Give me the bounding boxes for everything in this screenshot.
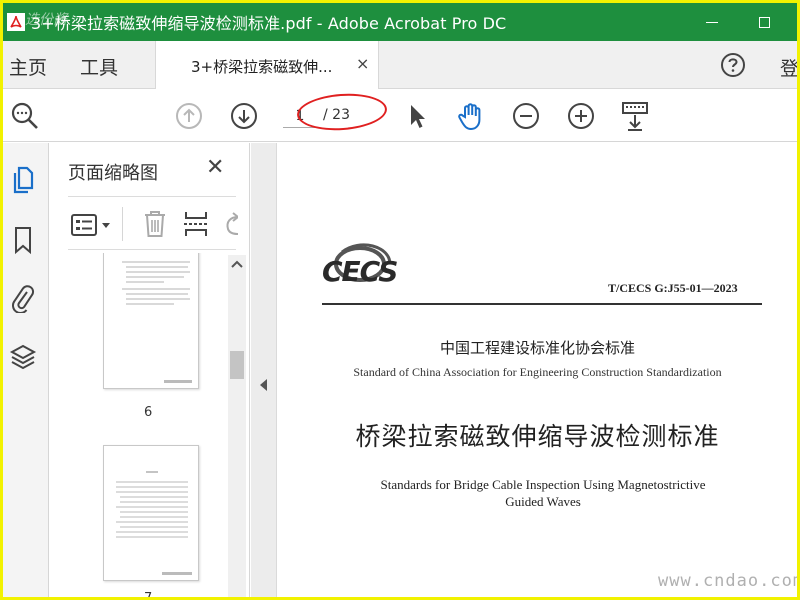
document-tab-label: 3+桥梁拉索磁致伸... [191, 58, 333, 76]
panel-close-button[interactable]: ✕ [206, 155, 224, 180]
cursor-arrow-icon [411, 105, 425, 128]
thumbnail-preview [116, 471, 192, 575]
cecs-logo-text: CECS [322, 255, 398, 288]
menu-tools[interactable]: 工具 [80, 53, 118, 80]
left-rail [3, 143, 49, 597]
layers-icon [9, 344, 37, 370]
title-bar: 3+桥梁拉索磁致伸缩导波检测标准.pdf - Adobe Acrobat Pro… [3, 3, 797, 41]
trash-icon[interactable] [142, 209, 168, 239]
scrollbar-thumb[interactable] [230, 351, 244, 379]
page-thumbnails-button[interactable] [8, 165, 38, 195]
paperclip-icon [12, 285, 35, 313]
zoom-in-button[interactable] [565, 100, 597, 132]
organization-cn: 中国工程建设标准化协会标准 [439, 339, 635, 357]
organization-en: Standard of China Association for Engine… [353, 365, 722, 379]
minus-circle-icon [513, 103, 539, 129]
toolbar: / 23 [3, 90, 797, 142]
page-thumbnail-7[interactable] [103, 445, 199, 581]
hand-tool-button[interactable] [455, 100, 487, 132]
standard-code: T/CECS G:J55-01—2023 [608, 281, 738, 295]
scroll-up-icon[interactable] [228, 257, 246, 271]
layers-button[interactable] [8, 341, 38, 371]
document-title-cn: 桥梁拉索磁致伸缩导波检测标准 [355, 422, 720, 451]
panel-title: 页面缩略图 [68, 163, 158, 184]
document-title-en: Standards for Bridge Cable Inspection Us… [380, 477, 706, 492]
thumbnail-list: 6 7 [50, 253, 225, 597]
pages-icon [13, 166, 34, 194]
help-icon[interactable] [720, 52, 746, 78]
arrow-down-circle-icon [231, 103, 257, 129]
collapse-arrow-icon[interactable] [260, 379, 267, 391]
zoom-out-button[interactable] [510, 100, 542, 132]
select-tool-button[interactable] [401, 100, 433, 132]
page-thumbnail-6[interactable] [103, 253, 199, 389]
sign-in-link[interactable]: 登 [780, 54, 797, 81]
menu-bar: 主页 工具 3+桥梁拉索磁致伸... × 登 [3, 41, 797, 89]
header-rule [322, 303, 762, 305]
plus-circle-icon [568, 103, 594, 129]
thumbnail-label: 6 [144, 405, 153, 420]
panel-collapse-handle[interactable] [251, 143, 277, 597]
next-page-button[interactable] [228, 100, 260, 132]
search-icon [11, 102, 38, 129]
thumbnail-label: 7 [144, 591, 152, 597]
menu-home[interactable]: 主页 [9, 53, 47, 80]
search-button[interactable] [9, 100, 41, 132]
thumbnail-scrollbar[interactable] [228, 255, 246, 597]
prev-page-button[interactable] [173, 100, 205, 132]
thumbnail-preview [122, 261, 192, 383]
watermark-logo: 选份酱 [25, 12, 67, 28]
panel-toolbar [68, 205, 238, 245]
divider [68, 249, 236, 250]
bookmarks-button[interactable] [8, 225, 38, 255]
document-title-en: Guided Waves [505, 494, 581, 509]
app-window: 3+桥梁拉索磁致伸缩导波检测标准.pdf - Adobe Acrobat Pro… [3, 3, 797, 597]
highlight-ellipse [295, 90, 389, 134]
arrow-up-circle-icon [176, 103, 202, 129]
maximize-icon [758, 16, 770, 28]
insert-page-icon[interactable] [182, 209, 210, 239]
keyboard-download-icon [622, 102, 648, 131]
document-view: CECS T/CECS G:J55-01—2023 中国工程建设标准化协会标准 … [278, 143, 797, 597]
hand-icon [458, 103, 481, 131]
divider [122, 207, 123, 241]
rotate-icon[interactable] [222, 209, 238, 239]
attachments-button[interactable] [8, 283, 38, 313]
maximize-button[interactable] [741, 3, 787, 41]
window-title: 3+桥梁拉索磁致伸缩导波检测标准.pdf - Adobe Acrobat Pro… [31, 14, 507, 33]
tab-close-button[interactable]: × [356, 54, 369, 73]
divider [68, 196, 236, 197]
bookmark-icon [15, 227, 31, 255]
thumbnails-panel: 页面缩略图 ✕ 6 [50, 143, 250, 597]
document-tab[interactable]: 3+桥梁拉索磁致伸... × [155, 41, 379, 89]
site-watermark: www.cndao.com [658, 571, 797, 591]
minimize-icon [706, 21, 718, 23]
thumbnail-options-icon[interactable] [70, 211, 114, 239]
acrobat-icon [7, 13, 25, 31]
minimize-button[interactable] [689, 3, 735, 41]
scroll-mode-button[interactable] [619, 100, 651, 132]
